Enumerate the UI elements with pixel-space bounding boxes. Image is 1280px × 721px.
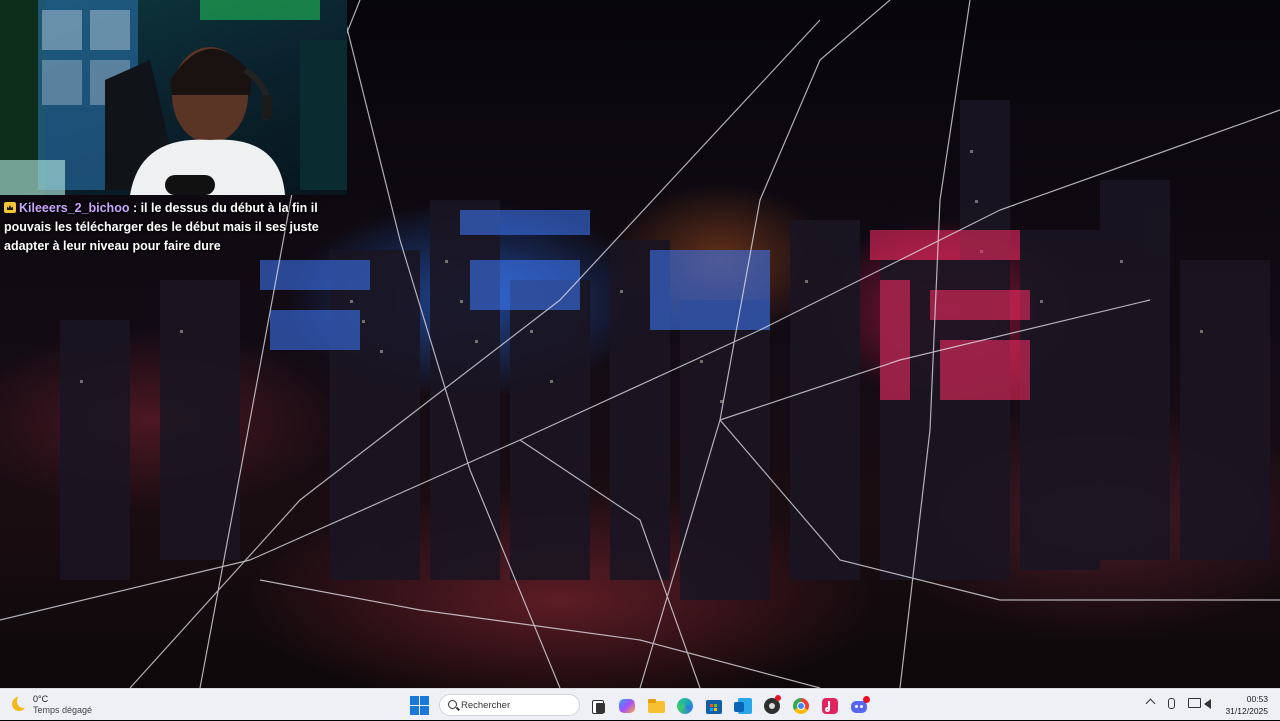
file-explorer-icon[interactable] xyxy=(645,695,667,717)
stream-video: Kileeers_2_bichoo : il le dessus du débu… xyxy=(0,0,1280,688)
microphone-icon[interactable] xyxy=(1168,698,1175,709)
chat-username: Kileeers_2_bichoo xyxy=(19,201,130,215)
obs-icon[interactable] xyxy=(761,695,783,717)
streamer-camera-graphic xyxy=(0,0,347,195)
tiktok-icon[interactable] xyxy=(819,695,841,717)
chrome-icon[interactable] xyxy=(790,695,812,717)
weather-condition: Temps dégagé xyxy=(33,705,93,715)
task-view-icon[interactable] xyxy=(587,695,609,717)
moon-icon xyxy=(12,695,30,711)
chevron-up-icon[interactable] xyxy=(1145,698,1156,709)
webcam-overlay xyxy=(0,0,347,195)
chat-overlay: Kileeers_2_bichoo : il le dessus du débu… xyxy=(0,196,338,259)
clock-time: 00:53 xyxy=(1246,694,1268,704)
crown-badge-icon xyxy=(4,202,16,213)
volume-icon[interactable] xyxy=(1204,699,1211,709)
clock[interactable]: 00:53 31/12/2025 xyxy=(1212,693,1268,717)
outlook-icon[interactable] xyxy=(732,695,754,717)
weather-temperature: 0°C xyxy=(33,694,49,704)
discord-icon[interactable] xyxy=(848,695,870,717)
edge-icon[interactable] xyxy=(674,695,696,717)
copilot-icon[interactable] xyxy=(616,695,638,717)
microsoft-store-icon[interactable] xyxy=(703,695,725,717)
taskbar-search[interactable] xyxy=(439,694,580,716)
network-icon[interactable] xyxy=(1188,698,1201,708)
clock-date: 31/12/2025 xyxy=(1225,706,1268,716)
search-input[interactable] xyxy=(461,698,571,712)
start-button[interactable] xyxy=(409,695,429,715)
search-icon xyxy=(448,700,457,709)
windows-taskbar: 0°C Temps dégagé Rechercher 00:53 31/12/… xyxy=(0,688,1280,720)
notification-badge-icon xyxy=(863,696,870,703)
